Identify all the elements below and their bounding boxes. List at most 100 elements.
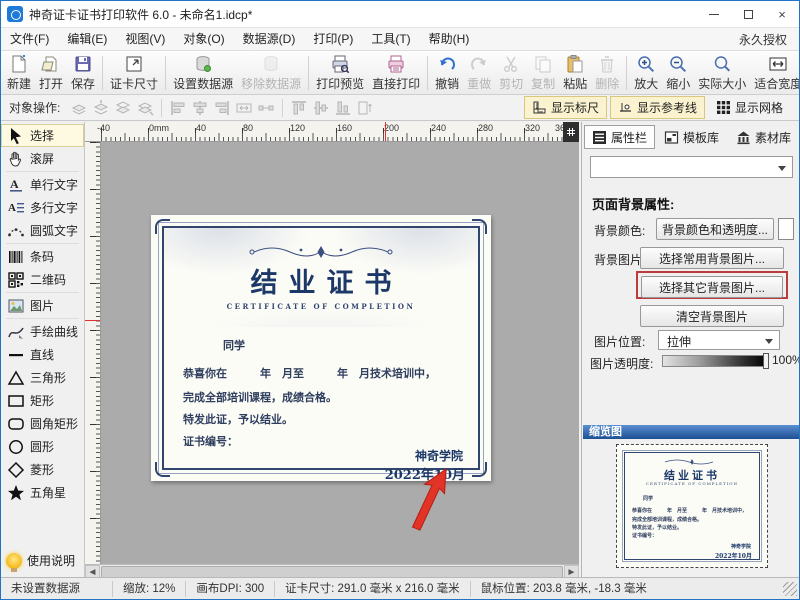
star-icon bbox=[7, 484, 25, 502]
show-grid-toggle[interactable]: 显示网格 bbox=[708, 96, 791, 119]
tool-multi-line-text[interactable]: A 多行文字 bbox=[1, 196, 84, 219]
toolbar-separator bbox=[427, 56, 428, 90]
image-position-select[interactable]: 拉伸 bbox=[658, 330, 780, 350]
redo-button[interactable]: 重做 bbox=[463, 52, 495, 94]
tool-triangle[interactable]: 三角形 bbox=[1, 366, 84, 389]
tool-line[interactable]: 直线 bbox=[1, 343, 84, 366]
distribute-v-icon[interactable] bbox=[257, 99, 275, 117]
new-button[interactable]: 新建 bbox=[3, 52, 35, 94]
tab-materials[interactable]: 素材库 bbox=[728, 125, 799, 149]
tool-separator bbox=[6, 292, 79, 293]
fit-width-button[interactable]: 适合宽度 bbox=[750, 52, 800, 94]
delete-button[interactable]: 删除 bbox=[591, 52, 623, 94]
paste-button[interactable]: 粘贴 bbox=[559, 52, 591, 94]
tool-star[interactable]: 五角星 bbox=[1, 481, 84, 504]
tool-arc-text[interactable]: 圆弧文字 bbox=[1, 219, 84, 242]
bg-color-button[interactable]: 背景颜色和透明度... bbox=[656, 218, 774, 240]
thumbnail-preview[interactable]: 结业证书 CERTIFICATE OF COMPLETION 同学 恭喜你在 年… bbox=[616, 444, 768, 568]
send-backward-icon[interactable] bbox=[114, 99, 132, 117]
maximize-button[interactable] bbox=[731, 1, 765, 27]
set-datasource-button[interactable]: 设置数据源 bbox=[169, 52, 237, 94]
highlight-box: 选择其它背景图片... bbox=[636, 271, 788, 299]
menu-item-object[interactable]: 对象(O) bbox=[174, 28, 233, 50]
tab-properties[interactable]: 属性栏 bbox=[584, 125, 655, 149]
status-datasource: 未设置数据源 bbox=[1, 581, 113, 597]
zoom-out-button[interactable]: 缩小 bbox=[662, 52, 694, 94]
align-top-icon[interactable] bbox=[290, 99, 308, 117]
card-size-icon bbox=[124, 54, 144, 74]
card-size-button[interactable]: 证卡尺寸 bbox=[106, 52, 162, 94]
tool-freehand-curve[interactable]: 手绘曲线 bbox=[1, 320, 84, 343]
close-button[interactable]: × bbox=[765, 1, 799, 27]
same-size-icon[interactable] bbox=[356, 99, 374, 117]
ruler-label: 160 bbox=[337, 123, 352, 133]
corner-ornament bbox=[155, 219, 170, 234]
copy-button[interactable]: 复制 bbox=[527, 52, 559, 94]
tool-diamond[interactable]: 菱形 bbox=[1, 458, 84, 481]
cut-button[interactable]: 剪切 bbox=[495, 52, 527, 94]
tool-barcode[interactable]: 条码 bbox=[1, 245, 84, 268]
thumbnail-header: 缩览图 bbox=[583, 425, 800, 439]
ruler-label: 0mm bbox=[149, 123, 169, 133]
tool-rectangle[interactable]: 矩形 bbox=[1, 389, 84, 412]
select-common-bg-button[interactable]: 选择常用背景图片... bbox=[640, 247, 784, 269]
main-toolbar: 新建 打开 保存 证卡尺寸 设置数据源 移除数据源 打印预览 bbox=[1, 51, 799, 95]
align-center-icon[interactable] bbox=[191, 99, 209, 117]
tool-qrcode[interactable]: 二维码 bbox=[1, 268, 84, 291]
direct-print-button[interactable]: 直接打印 bbox=[368, 52, 424, 94]
vertical-ruler bbox=[85, 142, 101, 564]
minimize-button[interactable] bbox=[697, 1, 731, 27]
object-selector-dropdown[interactable] bbox=[590, 156, 793, 178]
opacity-slider-handle[interactable] bbox=[763, 353, 769, 369]
menu-item-edit[interactable]: 编辑(E) bbox=[58, 28, 116, 50]
bring-forward-icon[interactable] bbox=[70, 99, 88, 117]
menu-item-view[interactable]: 视图(V) bbox=[116, 28, 174, 50]
show-ruler-toggle[interactable]: 显示标尺 bbox=[524, 96, 607, 119]
menu-item-datasource[interactable]: 数据源(D) bbox=[234, 28, 305, 50]
menu-item-print[interactable]: 打印(P) bbox=[304, 28, 362, 50]
align-bottom-icon[interactable] bbox=[334, 99, 352, 117]
tool-circle[interactable]: 圆形 bbox=[1, 435, 84, 458]
tool-rounded-rectangle[interactable]: 圆角矩形 bbox=[1, 412, 84, 435]
tool-pan[interactable]: 滚屏 bbox=[1, 147, 84, 170]
status-zoom: 缩放: 12% bbox=[113, 581, 186, 597]
align-right-icon[interactable] bbox=[213, 99, 231, 117]
show-guides-toggle[interactable]: 显示参考线 bbox=[610, 96, 705, 119]
zoom-in-button[interactable]: 放大 bbox=[630, 52, 662, 94]
ruler-corner-grid-icon[interactable] bbox=[563, 122, 579, 142]
open-button[interactable]: 打开 bbox=[35, 52, 67, 94]
send-to-back-icon[interactable] bbox=[136, 99, 154, 117]
select-other-bg-button[interactable]: 选择其它背景图片... bbox=[641, 276, 783, 298]
save-button[interactable]: 保存 bbox=[67, 52, 99, 94]
menu-item-help[interactable]: 帮助(H) bbox=[420, 28, 479, 50]
help-button[interactable]: 使用说明 bbox=[6, 552, 75, 569]
tab-templates[interactable]: 模板库 bbox=[656, 125, 727, 149]
single-text-icon: A bbox=[7, 176, 25, 194]
bg-color-swatch[interactable] bbox=[778, 218, 794, 240]
svg-text:A: A bbox=[8, 202, 16, 214]
menu-item-tools[interactable]: 工具(T) bbox=[362, 28, 419, 50]
align-left-icon[interactable] bbox=[169, 99, 187, 117]
clear-bg-button[interactable]: 清空背景图片 bbox=[640, 305, 784, 327]
redo-icon bbox=[469, 54, 489, 74]
align-middle-icon[interactable] bbox=[312, 99, 330, 117]
design-canvas[interactable]: 结业证书 CERTIFICATE OF COMPLETION 同学 恭喜你在 年… bbox=[101, 142, 579, 564]
tool-single-line-text[interactable]: A 单行文字 bbox=[1, 173, 84, 196]
print-preview-button[interactable]: 打印预览 bbox=[312, 52, 368, 94]
material-library-icon bbox=[736, 130, 751, 145]
distribute-h-icon[interactable] bbox=[235, 99, 253, 117]
thumb-issuer: 神奇学院 bbox=[731, 543, 751, 550]
tool-image[interactable]: 图片 bbox=[1, 294, 84, 317]
remove-datasource-button[interactable]: 移除数据源 bbox=[237, 52, 305, 94]
resize-grip[interactable] bbox=[783, 582, 797, 596]
bring-to-front-icon[interactable] bbox=[92, 99, 110, 117]
actual-size-button[interactable]: 实际大小 bbox=[694, 52, 750, 94]
undo-button[interactable]: 撤销 bbox=[431, 52, 463, 94]
opacity-slider[interactable] bbox=[662, 355, 768, 367]
zoom-out-icon bbox=[668, 54, 688, 74]
menu-item-file[interactable]: 文件(F) bbox=[1, 28, 58, 50]
certificate-page[interactable]: 结业证书 CERTIFICATE OF COMPLETION 同学 恭喜你在 年… bbox=[151, 215, 491, 481]
certificate-body-line: 完成全部培训课程，成绩合格。 bbox=[183, 389, 471, 405]
select-cursor-icon bbox=[7, 127, 25, 145]
tool-select[interactable]: 选择 bbox=[1, 124, 84, 147]
